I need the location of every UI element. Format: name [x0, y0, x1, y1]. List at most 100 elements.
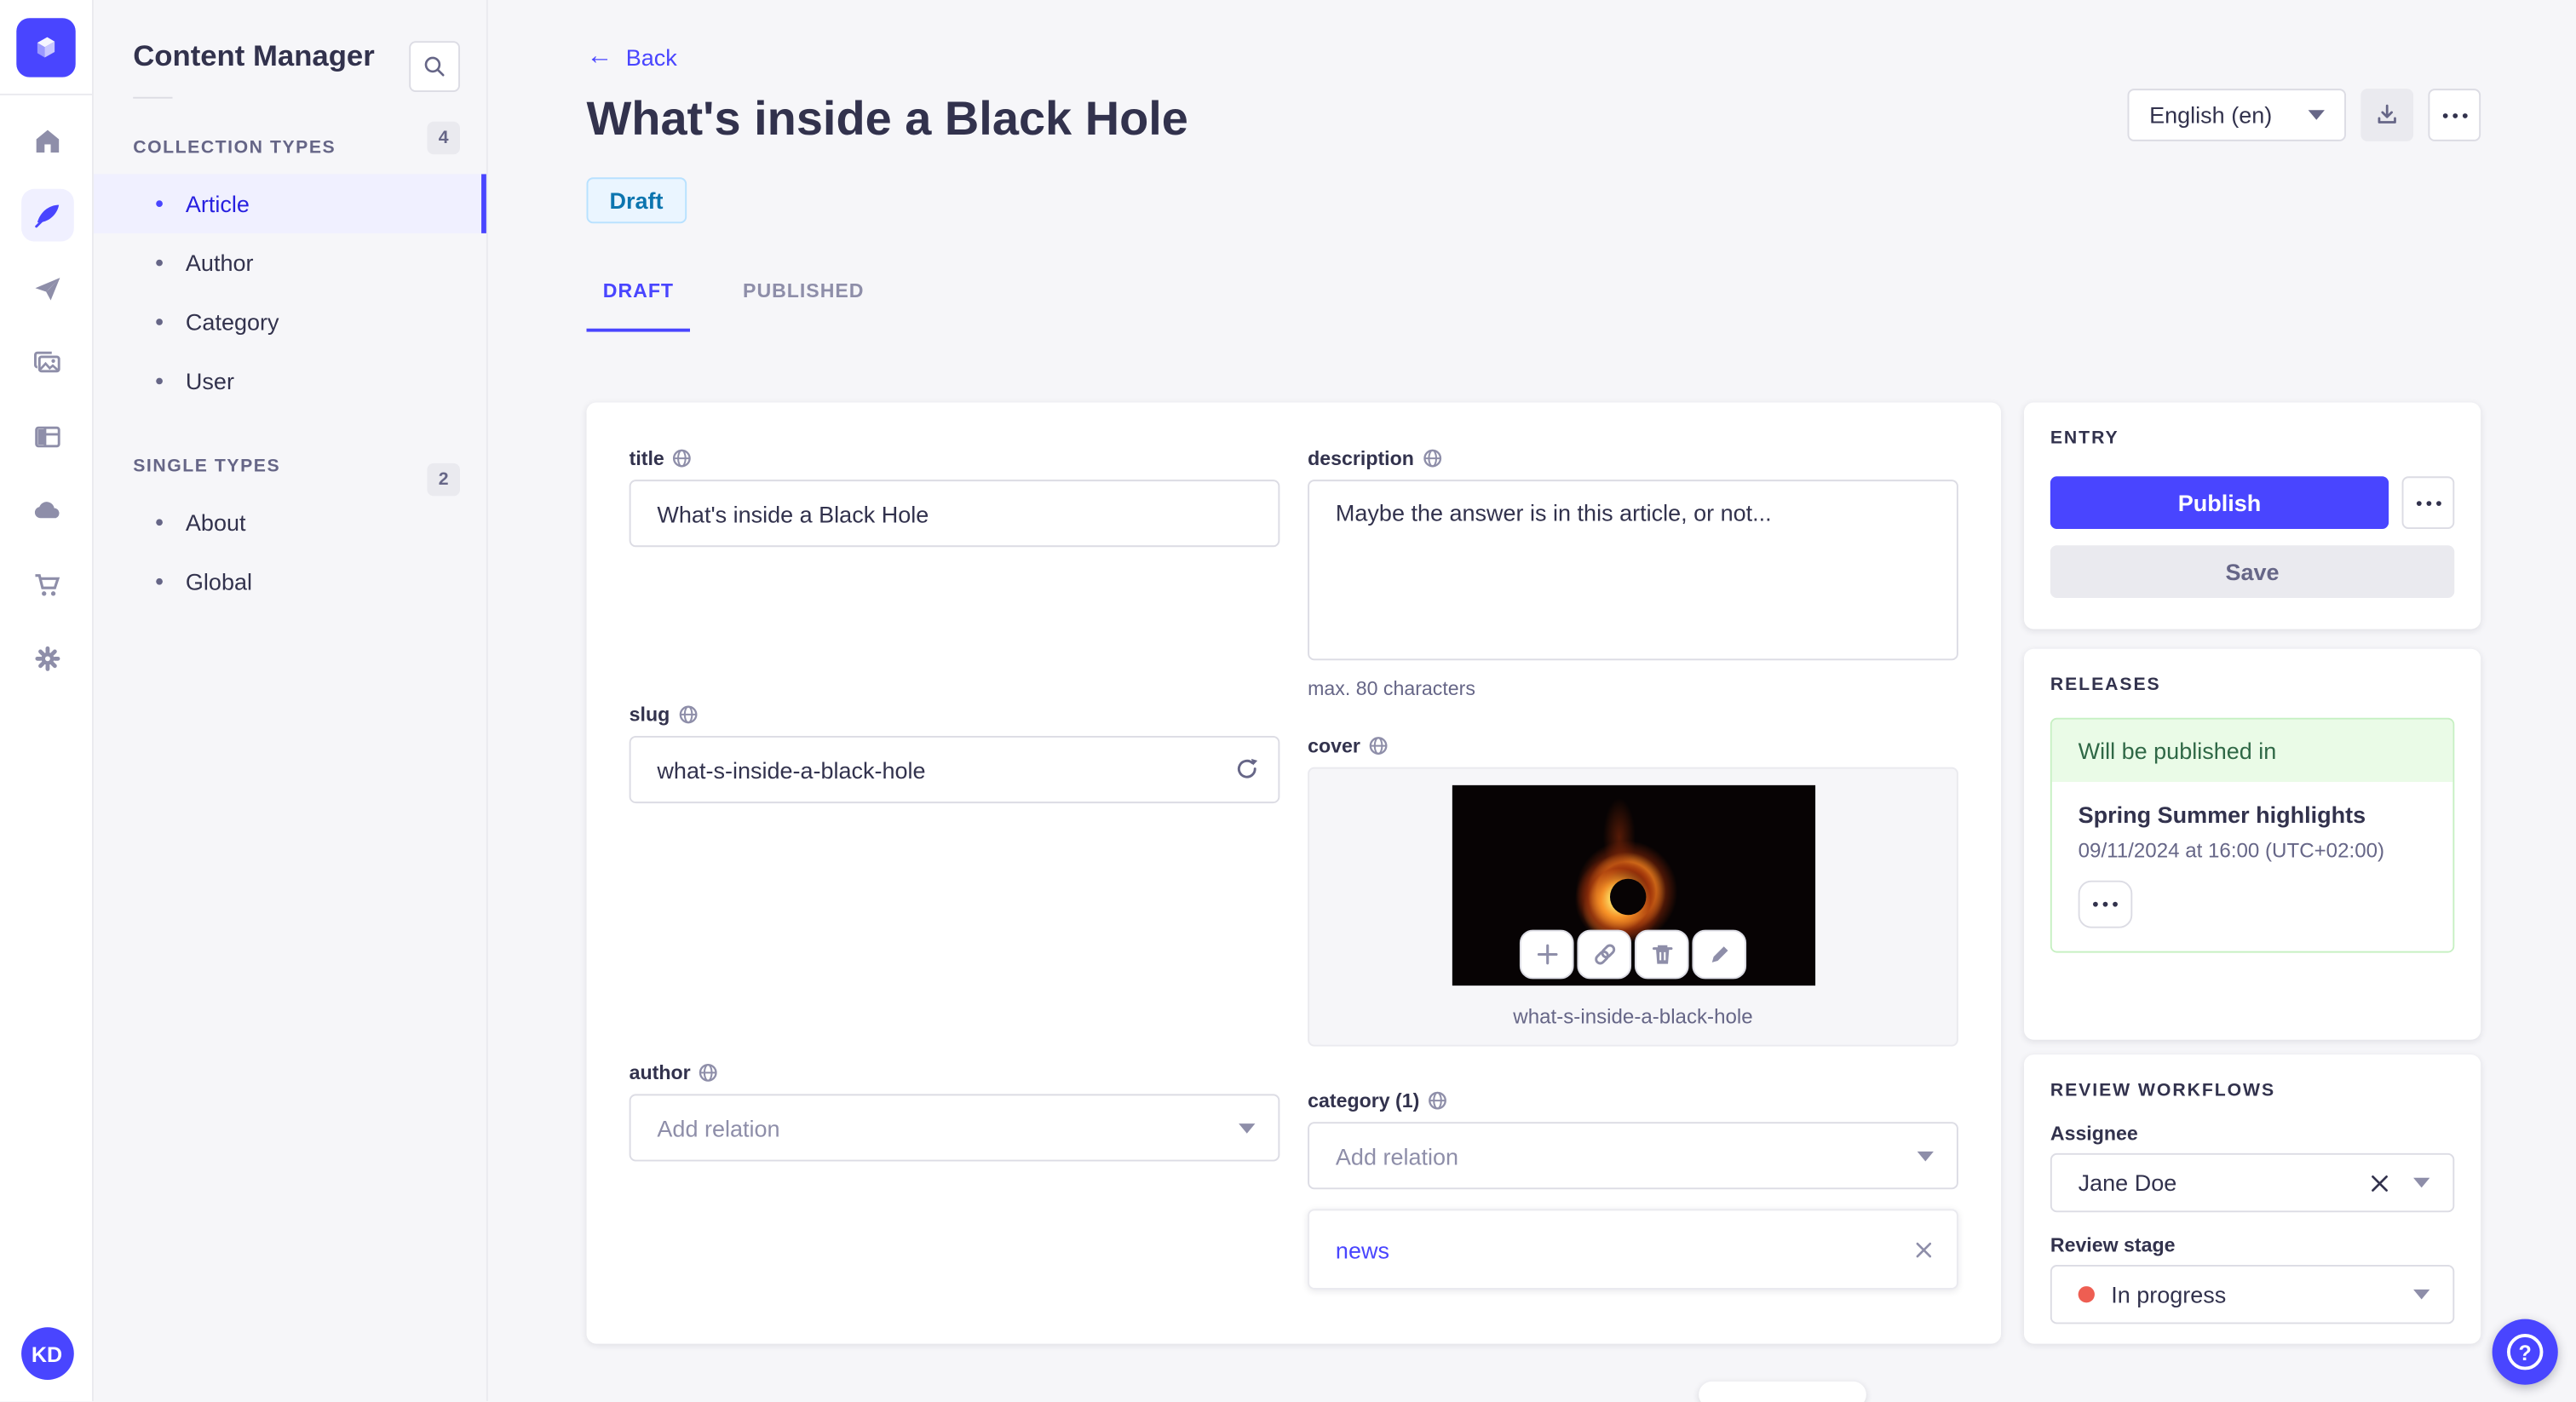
entry-panel-title: ENTRY [2050, 428, 2119, 449]
more-actions-button[interactable] [2428, 89, 2481, 141]
review-stage-select[interactable]: In progress [2050, 1264, 2455, 1324]
logo-area [0, 0, 92, 95]
search-icon [424, 56, 445, 77]
tab-published[interactable]: PUBLISHED [727, 263, 881, 332]
cover-toolbar [1519, 929, 1747, 980]
single-types-label: SINGLE TYPES [133, 457, 281, 477]
sidebar-item-category[interactable]: Category [94, 292, 486, 351]
download-icon [2378, 104, 2396, 124]
cover-media-box: what-s-inside-a-black-hole [1308, 767, 1958, 1047]
form-right-column: description Maybe the answer is in this … [1308, 447, 1958, 1290]
search-button[interactable] [409, 41, 460, 92]
media-library-button[interactable] [20, 336, 73, 389]
globe-icon [679, 705, 697, 724]
cover-field: cover what-s-inside-a-black-hole [1308, 734, 1958, 1047]
category-relation-select[interactable]: Add relation [1308, 1122, 1958, 1190]
release-more-button[interactable] [2078, 880, 2133, 928]
slug-field: slug [629, 703, 1280, 804]
author-placeholder: Add relation [657, 1114, 780, 1141]
assignee-select[interactable]: Jane Doe [2050, 1152, 2455, 1213]
review-workflows-panel: REVIEW WORKFLOWS Assignee Jane Doe Revie… [2023, 1054, 2481, 1344]
globe-icon [1429, 1091, 1446, 1110]
rail-icon-list [0, 115, 94, 685]
cloud-button[interactable] [20, 485, 73, 537]
chevron-down-icon [2413, 1289, 2430, 1300]
description-label: description [1308, 447, 1958, 470]
feather-icon [34, 204, 59, 228]
edit-media-button[interactable] [1692, 929, 1747, 980]
divider [133, 96, 173, 99]
publish-button[interactable]: Publish [2050, 476, 2389, 529]
regenerate-slug-button[interactable] [1233, 756, 1260, 790]
category-placeholder: Add relation [1335, 1142, 1459, 1169]
sidebar-item-label: Author [185, 250, 254, 276]
remove-relation-button[interactable] [1914, 1239, 1934, 1259]
release-item: Will be published in Spring Summer highl… [2050, 717, 2455, 953]
title-input[interactable] [629, 480, 1280, 548]
gear-icon [34, 646, 60, 671]
top-controls: English (en) [2128, 89, 2481, 141]
locale-select[interactable]: English (en) [2128, 89, 2346, 141]
content-type-builder-button[interactable] [20, 411, 73, 463]
app-root: KD Content Manager COLLECTION TYPES 4 Ar… [0, 0, 2576, 1402]
chevron-down-icon [2413, 1177, 2430, 1188]
category-label: category (1) [1308, 1089, 1958, 1112]
collapsed-panel-pill[interactable] [1699, 1382, 1866, 1402]
field-label-text: cover [1308, 734, 1360, 758]
sidebar-item-label: Article [185, 190, 250, 217]
description-input[interactable]: Maybe the answer is in this article, or … [1308, 480, 1958, 661]
add-media-button[interactable] [1519, 929, 1574, 980]
tab-draft[interactable]: DRAFT [586, 263, 691, 332]
user-avatar[interactable]: KD [20, 1328, 73, 1381]
clear-icon[interactable] [2369, 1172, 2390, 1193]
release-name: Spring Summer highlights [2078, 802, 2366, 828]
content-manager-subnav: Content Manager COLLECTION TYPES 4 Artic… [93, 0, 488, 1402]
delete-media-button[interactable] [1634, 929, 1689, 980]
copy-link-button[interactable] [1577, 929, 1632, 980]
home-icon [35, 129, 59, 153]
releases-button[interactable] [20, 263, 73, 316]
strapi-logo[interactable] [16, 17, 76, 77]
cloud-icon [33, 502, 59, 519]
assignee-value: Jane Doe [2078, 1169, 2177, 1196]
releases-panel-title: RELEASES [2050, 675, 2161, 695]
single-types-header: SINGLE TYPES 2 [94, 434, 486, 497]
relation-item-news: news [1308, 1209, 1958, 1290]
more-icon [2441, 112, 2467, 118]
save-button[interactable]: Save [2050, 545, 2455, 598]
home-button[interactable] [20, 115, 73, 168]
slug-label: slug [630, 703, 1280, 726]
sidebar-item-label: User [185, 367, 234, 394]
entry-panel: ENTRY Publish Save [2023, 402, 2481, 629]
settings-button[interactable] [20, 632, 73, 685]
title-field: title [629, 447, 1280, 548]
chevron-down-icon [1239, 1123, 1256, 1133]
strapi-logo-icon [37, 36, 55, 57]
slug-input[interactable] [629, 735, 1280, 804]
author-relation-select[interactable]: Add relation [629, 1094, 1280, 1162]
sidebar-item-user[interactable]: User [94, 352, 486, 411]
back-link[interactable]: ← Back [586, 43, 676, 71]
author-label: author [630, 1061, 1280, 1084]
sidebar-item-author[interactable]: Author [94, 233, 486, 292]
sidebar-item-about[interactable]: About [94, 493, 486, 552]
images-icon [33, 351, 60, 373]
category-field: category (1) Add relation news [1308, 1089, 1958, 1290]
sidebar-item-global[interactable]: Global [94, 552, 486, 611]
cover-image[interactable] [1451, 784, 1815, 986]
field-label-text: category (1) [1308, 1089, 1420, 1112]
release-body: Spring Summer highlights 09/11/2024 at 1… [2051, 781, 2453, 951]
entry-more-button[interactable] [2401, 476, 2455, 529]
export-button[interactable] [2360, 89, 2414, 141]
pencil-icon [1711, 944, 1729, 962]
relation-link[interactable]: news [1336, 1236, 1389, 1262]
sidebar-item-article[interactable]: Article [93, 174, 486, 233]
field-label-text: author [629, 1060, 691, 1084]
content-manager-button[interactable] [20, 188, 73, 242]
more-icon [2415, 500, 2441, 506]
marketplace-button[interactable] [20, 559, 73, 612]
field-label-text: description [1308, 446, 1414, 470]
globe-icon [1423, 449, 1441, 468]
layout-icon [34, 426, 60, 448]
stage-dot-icon [2078, 1286, 2095, 1303]
